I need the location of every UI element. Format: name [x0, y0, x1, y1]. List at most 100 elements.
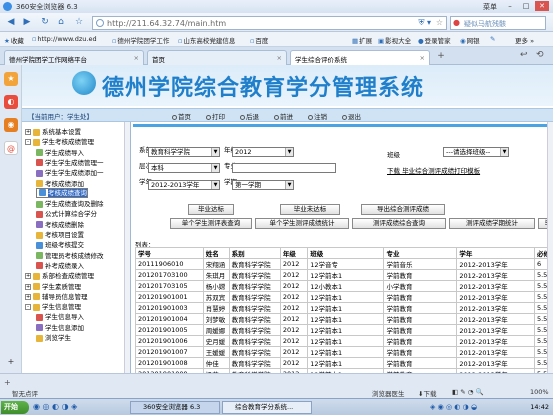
level-select[interactable]: 本科 ▼ [148, 163, 220, 173]
toolbar-back[interactable]: 后退 [240, 111, 259, 121]
refresh-icon[interactable]: ↻ [38, 16, 52, 29]
collapse-icon[interactable]: - [25, 304, 31, 311]
dept-select[interactable]: 教育科学学院 ▼ [148, 147, 220, 157]
download-button[interactable]: ⬇下载 [418, 388, 436, 398]
main-scrollbar[interactable] [547, 122, 553, 373]
tab-evaluation-system[interactable]: 学生综合评价系统 × [290, 50, 430, 65]
table-row[interactable]: 201201901001 苏双宾 教育科学学院 2012 12学前本1 学前教育 2012-… [135, 291, 553, 303]
table-row[interactable]: 201201901005 周媛娜 教育科学学院 2012 12学前本1 学前教育 2012-… [135, 324, 553, 336]
maximize-icon[interactable]: □ [519, 1, 533, 11]
major-input[interactable] [232, 163, 336, 173]
table-row[interactable]: 201201901007 王媛媛 教育科学学院 2012 12学前本1 学前教育 2012-… [135, 346, 553, 358]
toolbar-home[interactable]: 首页 [172, 111, 191, 121]
table-row[interactable]: 201201901004 刘梦敏 教育科学学院 2012 12学前本1 学前教育 2012-… [135, 313, 553, 325]
tree-item[interactable]: - 学生考核成绩管理 [25, 136, 94, 146]
tab-team-platform[interactable]: 德州学院团学工作网络平台 × [4, 50, 144, 65]
favorite-star-icon[interactable]: ☆ [72, 16, 86, 29]
term-select[interactable]: 第一学期 ▼ [232, 180, 294, 190]
tree-item[interactable]: 浏览学生 [36, 332, 71, 342]
tree-item[interactable]: 学生成绩导入 [36, 147, 84, 157]
tree-item[interactable]: 考核项目设置 [36, 229, 84, 239]
favorites-panel-icon[interactable]: ★ [4, 72, 18, 86]
tray-icons[interactable]: ◈ ◉ ◎ ◐ ◑ ◒ [430, 403, 477, 411]
favorite-item[interactable]: ▫百度 [250, 35, 268, 45]
table-row[interactable]: 20111906010 宋翔涵 教育科学学院 2012 12学音专 学前音乐 2012-20… [135, 258, 553, 270]
tree-item[interactable]: 学生成绩查询及删除 [36, 198, 104, 208]
new-tab-icon[interactable]: + [434, 50, 448, 62]
more-button[interactable]: 更多 » [515, 35, 534, 45]
export-scores-button[interactable]: 导出综合测评成绩 [361, 204, 445, 215]
tree-item[interactable]: + 系部检查成绩管理 [25, 270, 94, 280]
tree-item[interactable]: 学生学生成绩添加一 [36, 167, 104, 177]
add-panel-icon[interactable]: + [4, 355, 18, 369]
class-select[interactable]: ---请选择班级-- ▼ [443, 147, 509, 157]
table-row[interactable]: 201201901003 肖慧婷 教育科学学院 2012 12学前本1 学前教育 2012-… [135, 302, 553, 314]
tab-close-icon[interactable]: × [420, 54, 425, 62]
tree-item[interactable]: 管理员考核成绩修改 [36, 250, 104, 260]
restore-tab-icon[interactable]: ⟲ [536, 50, 544, 60]
task-system[interactable]: 综合教育学分系统... [222, 401, 312, 414]
tree-item[interactable]: 学生信息导入 [36, 311, 84, 321]
toolbar-exit[interactable]: 退出 [342, 111, 361, 121]
term-stats-button[interactable]: 测评成绩学期统计 [449, 218, 535, 229]
graduation-pass-button[interactable]: 毕业达标 [188, 204, 234, 215]
favorite-item[interactable]: ▫http://www.dzu.ed [32, 35, 97, 43]
video-button[interactable]: ▣影视大全 [378, 35, 411, 45]
table-row[interactable]: 201201901006 史月媛 教育科学学院 2012 12学前本1 学前教育 2012-… [135, 335, 553, 347]
tree-item[interactable]: 班级考核提交 [36, 239, 84, 249]
eye-icon[interactable]: ◉ [4, 118, 18, 132]
search-engine-icon[interactable]: ● [453, 18, 460, 27]
toolbar-forward[interactable]: 前进 [274, 111, 293, 121]
address-bar[interactable]: http://211.64.32.74/main.htm ⛨ ▾ ☆ [92, 16, 447, 30]
tree-item[interactable]: 考核成绩查询 [36, 187, 88, 198]
task-browser[interactable]: 360安全浏览器 6.3 [130, 401, 220, 414]
close-icon[interactable]: ✕ [535, 1, 549, 11]
collapse-icon[interactable]: - [25, 139, 31, 146]
tab-close-icon[interactable]: × [277, 54, 282, 62]
graduation-fail-button[interactable]: 毕业未达标 [280, 204, 340, 215]
security-icon[interactable]: ⛨ ▾ [418, 18, 431, 28]
table-row[interactable]: 201201901008 仲佳 教育科学学院 2012 12学前本1 学前教育 2012-2… [135, 357, 553, 369]
extensions-button[interactable]: ▦扩展 [352, 35, 372, 45]
tree-item[interactable]: 补考成绩录入 [36, 260, 84, 270]
tree-item[interactable]: + 辅导员信息管理 [25, 291, 88, 301]
start-button[interactable]: 开始 [1, 401, 29, 414]
zoom-level[interactable]: 100% [530, 388, 549, 396]
tree-item[interactable]: 公式计算综合学分 [36, 208, 97, 218]
bank-button[interactable]: ◉网银 [460, 35, 480, 45]
expand-icon[interactable]: + [25, 293, 31, 300]
tree-item[interactable]: 学生信息添加 [36, 322, 84, 332]
tree-item[interactable]: + 学生素质管理 [25, 281, 81, 291]
browser-menu-button[interactable]: 菜单 [483, 2, 497, 12]
single-student-query-button[interactable]: 单个学生测评表查询 [170, 218, 252, 229]
tab-home[interactable]: 首页 × [147, 50, 287, 65]
favorite-item[interactable]: ▫德州学院团学工作 [112, 35, 169, 45]
composite-query-button[interactable]: 测评成绩综合查询 [352, 218, 446, 229]
year-select[interactable]: 2012-2013学年 ▼ [148, 180, 220, 190]
tree-item[interactable]: - 学生信息管理 [25, 301, 81, 311]
back-icon[interactable]: ◀ [4, 16, 18, 29]
minimize-icon[interactable]: – [503, 1, 517, 11]
expand-icon[interactable]: + [25, 273, 31, 280]
toolbar-print[interactable]: 打印 [206, 111, 225, 121]
status-icons[interactable]: ◧ ✎ ◔ 🔍 [452, 388, 484, 396]
expand-icon[interactable]: + [25, 129, 31, 135]
sidebar-add-icon[interactable]: + [4, 378, 11, 387]
toolbar-logout[interactable]: 注销 [308, 111, 327, 121]
tree-item[interactable]: 学生学生成绩管理一 [36, 157, 104, 167]
tree-scrollbar[interactable] [124, 122, 130, 373]
wrench-icon[interactable]: ✎ [490, 35, 496, 43]
table-row[interactable]: 201201703100 朱琪月 教育科学学院 2012 12学前本1 学前教育 2012-… [135, 269, 553, 281]
bookmark-icon[interactable]: ☆ [436, 18, 443, 27]
login-manager-button[interactable]: ●登录管家 [418, 35, 451, 45]
quicklaunch-icons[interactable]: ◉ ◎ ◐ ◑ ◈ [33, 402, 77, 411]
tree-item[interactable]: 考核成绩添加 [36, 178, 84, 188]
weibo-icon[interactable]: ◐ [4, 95, 18, 109]
favorite-item[interactable]: ▫山东高校党建信息 [178, 35, 235, 45]
tree-item[interactable]: + 系统基本设置 [25, 126, 81, 136]
single-student-stats-button[interactable]: 单个学生测评成绩统计 [255, 218, 349, 229]
search-input[interactable]: 疑似马航残骸 [464, 19, 506, 29]
tab-list-icon[interactable]: ↩ [520, 50, 528, 60]
grade-select[interactable]: 2012 ▼ [232, 147, 294, 157]
favorites-button[interactable]: ★收藏 [4, 35, 24, 45]
